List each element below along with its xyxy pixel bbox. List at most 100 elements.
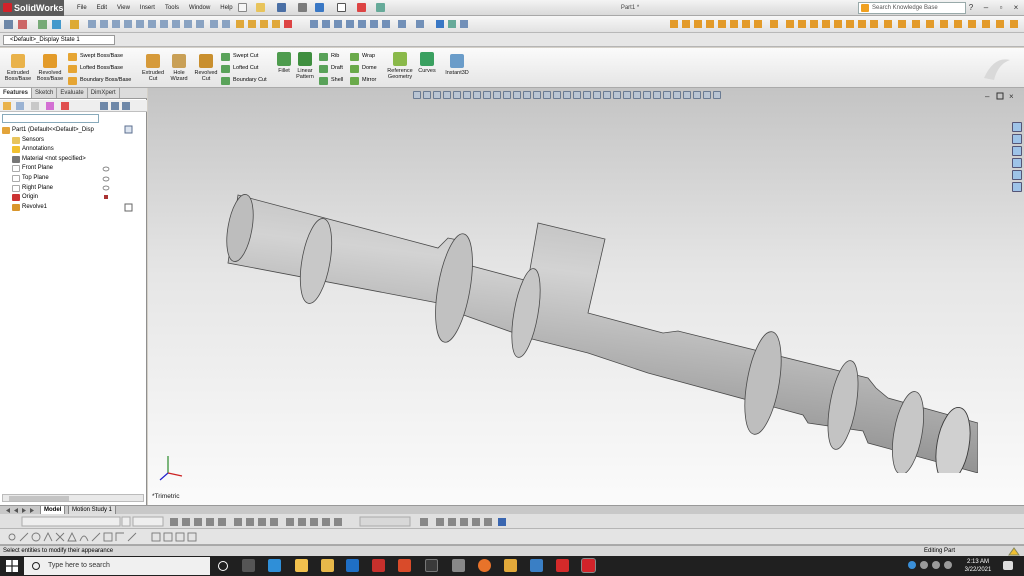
fillet-button[interactable]: Fillet (274, 52, 294, 74)
zoom-to-fit-icon[interactable] (413, 91, 421, 99)
maximize-icon[interactable]: ▫ (995, 2, 1007, 13)
select-icon[interactable] (337, 3, 346, 12)
plane-visibility-icon[interactable] (102, 185, 110, 191)
property-manager-icon[interactable] (16, 102, 24, 110)
sketch-tool-icon[interactable] (112, 20, 120, 28)
minimize-icon[interactable]: – (980, 2, 992, 13)
toolbar-icon[interactable] (70, 20, 79, 29)
revolved-boss-button[interactable]: Revolved Boss/Base (35, 54, 65, 82)
file-properties-icon[interactable] (376, 3, 385, 12)
addin-icon[interactable] (926, 20, 934, 28)
design-library-icon[interactable] (1012, 134, 1022, 144)
sketch-tool-icon[interactable] (160, 20, 168, 28)
point-icon[interactable] (8, 533, 16, 541)
plane-visibility-icon[interactable] (102, 166, 110, 172)
boundary-cut-button[interactable]: Boundary Cut (221, 76, 267, 85)
swept-cut-button[interactable]: Swept Cut (221, 52, 258, 61)
menu-tools[interactable]: Tools (160, 0, 184, 16)
polygon-icon[interactable] (67, 531, 77, 542)
view-tool-icon[interactable] (358, 20, 366, 28)
lights-icon[interactable] (653, 91, 661, 99)
sketch-tool-icon[interactable] (163, 532, 173, 542)
feature-tool-icon[interactable] (272, 20, 280, 28)
curves-button[interactable]: Curves (416, 52, 438, 74)
corner-icon[interactable] (115, 532, 124, 541)
linear-pattern-button[interactable]: Linear Pattern (294, 52, 316, 80)
addin-icon[interactable] (898, 20, 906, 28)
scene-icon[interactable] (663, 91, 671, 99)
taskbar-app-icon[interactable] (398, 559, 411, 572)
addin-icon[interactable] (834, 20, 842, 28)
viewport-minimize-icon[interactable]: – (985, 92, 990, 101)
sketch-tool-icon[interactable] (222, 20, 230, 28)
menu-help[interactable]: Help (215, 0, 237, 16)
addin-icon[interactable] (822, 20, 830, 28)
revolved-cut-button[interactable]: Revolved Cut (193, 54, 219, 82)
taskbar-app-icon[interactable] (504, 559, 517, 572)
standard-views-icon[interactable] (543, 91, 551, 99)
wireframe-icon[interactable] (583, 91, 591, 99)
taskbar-clock[interactable]: 2:13 AM 3/22/2021 (958, 558, 998, 574)
layer-select[interactable] (359, 516, 411, 527)
menu-window[interactable]: Window (184, 0, 215, 16)
format-tool-icon[interactable] (420, 518, 428, 526)
display-style-icon[interactable] (463, 91, 471, 99)
wrap-button[interactable]: Wrap (350, 52, 375, 61)
display-manager-icon[interactable] (61, 102, 69, 110)
feature-manager-icon[interactable] (3, 102, 11, 110)
font-select[interactable] (21, 516, 121, 527)
view-orientation-icon[interactable] (453, 91, 461, 99)
file-explorer-icon[interactable] (1012, 146, 1022, 156)
feature-tool-icon[interactable] (284, 20, 292, 28)
addin-icon[interactable] (858, 20, 866, 28)
help-icon[interactable]: ? (965, 2, 977, 13)
origins-icon[interactable] (693, 91, 701, 99)
addin-icon[interactable] (996, 20, 1004, 28)
plane-visibility-icon[interactable] (102, 176, 110, 182)
taskbar-app-icon[interactable] (321, 559, 334, 572)
close-icon[interactable]: × (1010, 2, 1022, 13)
layer-icon[interactable] (286, 518, 294, 526)
rib-button[interactable]: Rib (319, 52, 339, 61)
axes-icon[interactable] (683, 91, 691, 99)
cortana-icon[interactable] (218, 561, 228, 571)
taskbar-app-icon[interactable] (425, 559, 438, 572)
open-file-icon[interactable] (256, 3, 265, 12)
addin-icon[interactable] (810, 20, 818, 28)
line-icon[interactable] (19, 532, 29, 542)
sketch-tool-icon[interactable] (175, 532, 185, 542)
toolbar-icon[interactable] (38, 20, 47, 29)
format-tool-icon[interactable] (472, 518, 480, 526)
print-icon[interactable] (298, 3, 307, 12)
view-settings-icon[interactable] (503, 91, 511, 99)
addin-icon[interactable] (786, 20, 794, 28)
hole-wizard-button[interactable]: Hole Wizard (167, 54, 191, 82)
format-tool-icon[interactable] (448, 518, 456, 526)
feature-tool-icon[interactable] (260, 20, 268, 28)
lofted-cut-button[interactable]: Lofted Cut (221, 64, 258, 73)
addin-icon[interactable] (770, 20, 778, 28)
dome-button[interactable]: Dome (350, 64, 377, 73)
extruded-cut-button[interactable]: Extruded Cut (140, 54, 166, 82)
taskbar-app-icon[interactable] (452, 559, 465, 572)
graphics-area[interactable]: – × *Trimetric (148, 88, 1024, 505)
circle-icon[interactable] (31, 532, 41, 542)
view-tool-icon[interactable] (436, 20, 444, 28)
configuration-manager-icon[interactable] (31, 102, 39, 110)
rebuild-status-icon[interactable] (1008, 547, 1020, 556)
feature-tool-icon[interactable] (236, 20, 244, 28)
view-palette-icon[interactable] (1012, 158, 1022, 168)
sketch-tool-icon[interactable] (172, 20, 180, 28)
edge-icon[interactable] (268, 559, 281, 572)
panel-option-icon[interactable] (111, 102, 119, 110)
addin-icon[interactable] (846, 20, 854, 28)
solidworks-active-icon[interactable] (581, 558, 596, 573)
addin-icon[interactable] (940, 20, 948, 28)
show-hidden-icons-icon[interactable] (920, 561, 928, 569)
custom-properties-icon[interactable] (1012, 182, 1022, 192)
view-tool-icon[interactable] (370, 20, 378, 28)
new-file-icon[interactable] (238, 3, 247, 12)
menu-view[interactable]: View (112, 0, 135, 16)
file-explorer-icon[interactable] (295, 559, 308, 572)
bold-icon[interactable] (170, 518, 178, 526)
